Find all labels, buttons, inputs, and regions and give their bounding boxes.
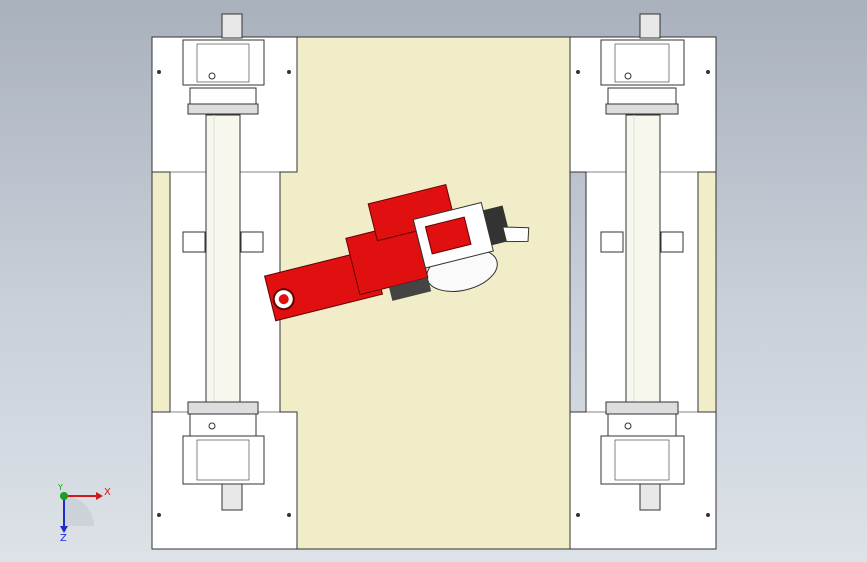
cad-viewport[interactable]: X Y Z (0, 0, 867, 562)
y-axis-label: Y (58, 483, 63, 492)
x-axis-label: X (104, 487, 111, 498)
axis-triad (60, 492, 103, 533)
y-axis-dot (60, 492, 68, 500)
z-axis-label: Z (60, 533, 67, 544)
